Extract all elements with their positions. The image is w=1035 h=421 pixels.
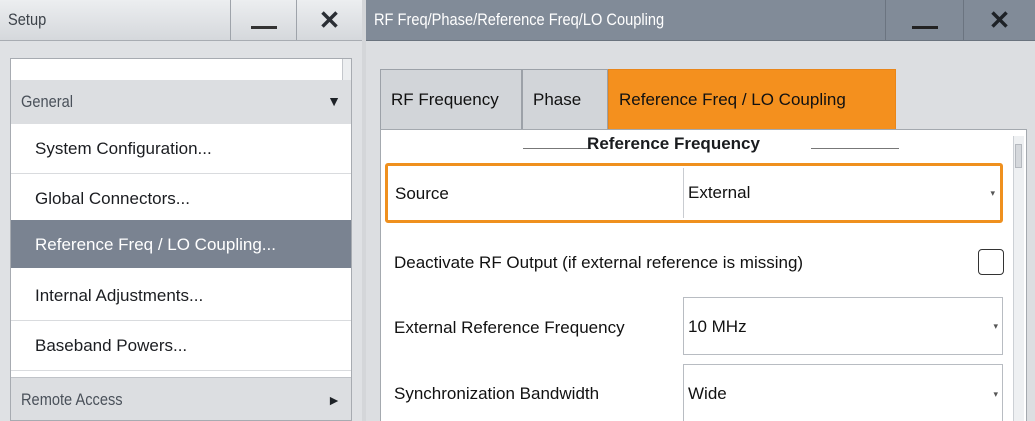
group-general[interactable]: General ▼ <box>11 80 351 125</box>
source-label: Source <box>395 184 449 203</box>
tab-reference-freq-lo-coupling[interactable]: Reference Freq / LO Coupling <box>608 69 896 129</box>
dropdown-caret-icon: ▾ <box>990 188 995 198</box>
tab-phase[interactable]: Phase <box>522 69 608 129</box>
menu-item-internal-adjustments[interactable]: Internal Adjustments... <box>11 271 351 321</box>
setup-titlebar[interactable]: Setup ✕ <box>0 0 362 41</box>
source-value: External <box>688 183 751 202</box>
rf-minimize-button[interactable] <box>885 0 963 40</box>
sync-bandwidth-dropdown[interactable]: Wide ▾ <box>683 364 1003 421</box>
deactivate-rf-checkbox[interactable] <box>978 249 1004 275</box>
minimize-icon <box>911 25 938 29</box>
scrollbar-thumb[interactable] <box>1015 144 1022 168</box>
sync-bandwidth-label: Synchronization Bandwidth <box>394 384 600 403</box>
ext-ref-freq-dropdown[interactable]: 10 MHz ▾ <box>683 297 1003 355</box>
deactivate-rf-label: Deactivate RF Output (if external refere… <box>394 253 804 272</box>
setup-close-button[interactable]: ✕ <box>296 0 362 40</box>
menu-item-baseband-powers[interactable]: Baseband Powers... <box>11 321 351 371</box>
group-remote-access-label: Remote Access <box>21 390 123 409</box>
close-icon: ✕ <box>988 5 1011 35</box>
group-general-label: General <box>21 92 74 111</box>
close-icon: ✕ <box>318 5 341 35</box>
section-title: Reference Frequency <box>587 134 760 153</box>
tab-rf-frequency[interactable]: RF Frequency <box>380 69 522 129</box>
collapsed-arrow-icon: ► <box>327 392 341 408</box>
rf-titlebar[interactable]: RF Freq/Phase/Reference Freq/LO Coupling… <box>366 0 1035 41</box>
minimize-icon <box>250 25 277 29</box>
sync-bandwidth-value: Wide <box>688 384 727 403</box>
menu-item-global-connectors[interactable]: Global Connectors... <box>11 174 351 224</box>
rf-close-button[interactable]: ✕ <box>963 0 1035 40</box>
setup-minimize-button[interactable] <box>230 0 296 40</box>
setup-window-title: Setup <box>8 10 47 29</box>
group-remote-access[interactable]: Remote Access ► <box>11 377 351 420</box>
reference-frequency-panel: Reference Frequency Source External ▾ De… <box>380 129 1027 421</box>
ext-ref-freq-value: 10 MHz <box>688 317 747 336</box>
ext-ref-freq-label: External Reference Frequency <box>394 318 625 337</box>
menu-item-system-configuration[interactable]: System Configuration... <box>11 124 351 174</box>
dropdown-caret-icon: ▾ <box>993 321 998 331</box>
menu-item-reference-freq-lo-coupling[interactable]: Reference Freq / LO Coupling... <box>11 220 351 268</box>
panel-scrollbar[interactable] <box>1013 136 1024 421</box>
rf-window-title: RF Freq/Phase/Reference Freq/LO Coupling <box>374 10 665 29</box>
dropdown-caret-icon: ▾ <box>993 389 998 399</box>
source-dropdown[interactable]: External ▾ <box>683 168 999 218</box>
expand-arrow-icon: ▼ <box>327 93 341 109</box>
setup-menu-list: General ▼ System Configuration... Global… <box>10 58 352 421</box>
setup-window: Setup ✕ General ▼ System Configuration..… <box>0 0 362 421</box>
